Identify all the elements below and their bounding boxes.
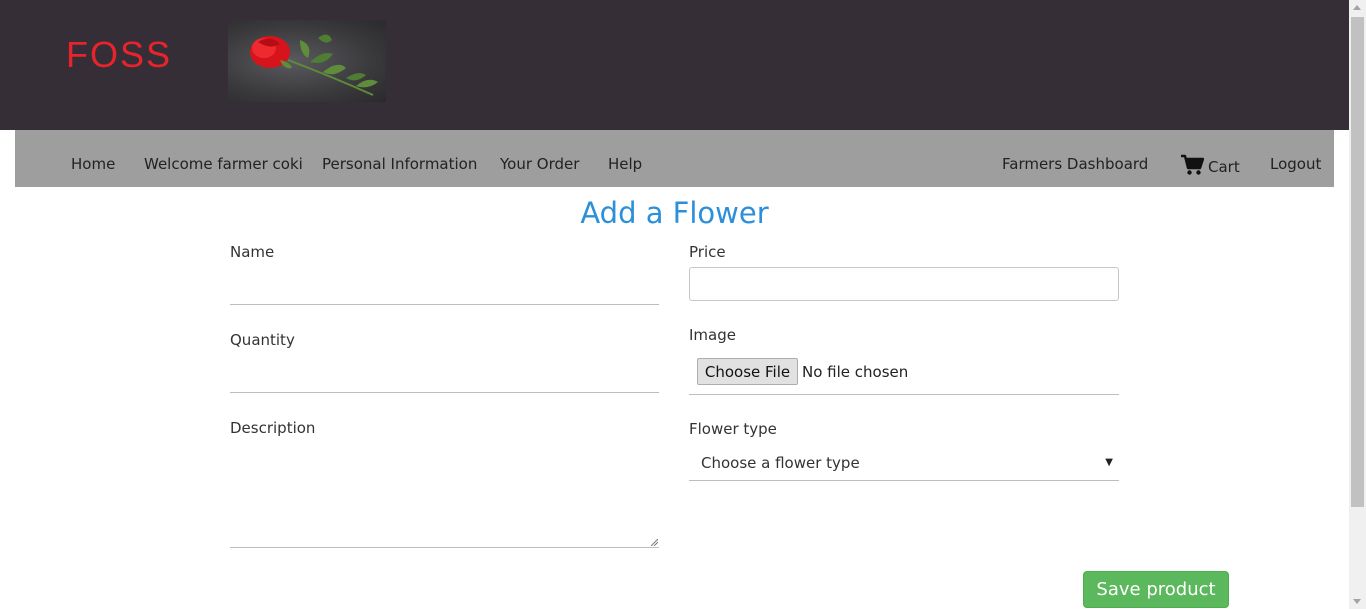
brand-logo[interactable]: FOSS bbox=[66, 34, 172, 76]
choose-file-button[interactable]: Choose File bbox=[697, 358, 798, 385]
flower-type-selected: Choose a flower type bbox=[701, 454, 860, 472]
page-title: Add a Flower bbox=[580, 196, 769, 230]
scroll-down-icon[interactable] bbox=[1353, 599, 1361, 604]
shopping-cart-icon bbox=[1181, 154, 1204, 175]
rose-image bbox=[228, 20, 386, 102]
flower-type-label: Flower type bbox=[689, 420, 777, 438]
price-input[interactable] bbox=[689, 267, 1119, 301]
image-file-input[interactable]: Choose File No file chosen bbox=[689, 357, 1119, 395]
file-status: No file chosen bbox=[802, 363, 909, 381]
image-label: Image bbox=[689, 326, 736, 344]
nav-personal-information[interactable]: Personal Information bbox=[322, 155, 477, 173]
main-navbar: Home Welcome farmer coki Personal Inform… bbox=[15, 130, 1334, 187]
name-input[interactable] bbox=[230, 275, 659, 305]
nav-help[interactable]: Help bbox=[608, 155, 642, 173]
save-product-button[interactable]: Save product bbox=[1083, 571, 1229, 608]
quantity-input[interactable] bbox=[230, 363, 659, 393]
vertical-scrollbar[interactable] bbox=[1349, 0, 1366, 609]
nav-home[interactable]: Home bbox=[71, 155, 115, 173]
nav-farmers-dashboard[interactable]: Farmers Dashboard bbox=[1002, 155, 1148, 173]
name-label: Name bbox=[230, 243, 275, 261]
resize-grip-icon[interactable] bbox=[650, 538, 658, 546]
scrollbar-thumb[interactable] bbox=[1351, 17, 1364, 507]
flower-type-select[interactable]: Choose a flower type ▼ bbox=[689, 447, 1119, 481]
nav-cart-label: Cart bbox=[1208, 158, 1240, 176]
description-label: Description bbox=[230, 419, 316, 437]
scroll-up-icon[interactable] bbox=[1353, 5, 1361, 10]
nav-your-order[interactable]: Your Order bbox=[500, 155, 579, 173]
nav-welcome[interactable]: Welcome farmer coki bbox=[144, 155, 303, 173]
site-header: FOSS bbox=[0, 0, 1349, 130]
nav-cart[interactable]: Cart bbox=[1180, 154, 1240, 176]
price-label: Price bbox=[689, 243, 726, 261]
chevron-down-icon: ▼ bbox=[1105, 457, 1113, 468]
quantity-label: Quantity bbox=[230, 331, 295, 349]
description-textarea[interactable] bbox=[230, 446, 659, 548]
nav-logout[interactable]: Logout bbox=[1270, 155, 1321, 173]
